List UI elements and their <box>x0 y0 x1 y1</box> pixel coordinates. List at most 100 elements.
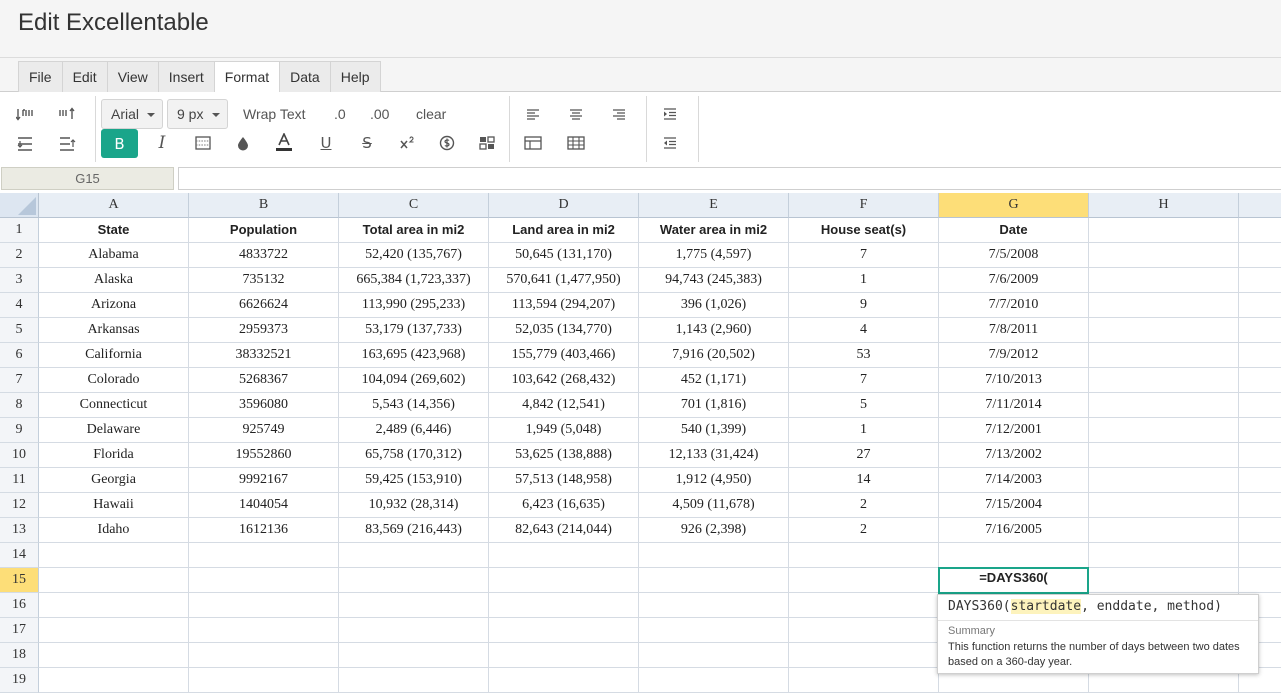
currency-format-icon[interactable] <box>432 129 462 157</box>
grid-cell[interactable] <box>1089 468 1239 493</box>
grid-cell[interactable] <box>1089 243 1239 268</box>
grid-cell[interactable] <box>639 643 789 668</box>
row-header-16[interactable]: 16 <box>0 593 39 618</box>
grid-cell[interactable] <box>1089 393 1239 418</box>
grid-cell[interactable] <box>489 568 639 593</box>
grid-cell[interactable]: 2,489 (6,446) <box>339 418 489 443</box>
grid-cell[interactable]: 7/14/2003 <box>939 468 1089 493</box>
align-center-icon[interactable] <box>561 100 591 128</box>
grid-cell[interactable]: 9 <box>789 293 939 318</box>
grid-cell[interactable] <box>189 543 339 568</box>
column-header-d[interactable]: D <box>489 193 639 218</box>
column-header-c[interactable]: C <box>339 193 489 218</box>
grid-cell[interactable]: 7 <box>789 368 939 393</box>
column-header-h[interactable]: H <box>1089 193 1239 218</box>
grid-cell[interactable] <box>489 593 639 618</box>
increase-indent-icon[interactable] <box>655 100 685 128</box>
grid-cell[interactable] <box>1089 443 1239 468</box>
grid-cell[interactable]: 83,569 (216,443) <box>339 518 489 543</box>
grid-cell[interactable]: 7/12/2001 <box>939 418 1089 443</box>
menu-tab-view[interactable]: View <box>106 61 158 93</box>
grid-cell[interactable] <box>1239 443 1281 468</box>
grid-cell[interactable]: 27 <box>789 443 939 468</box>
grid-cell[interactable]: 1404054 <box>189 493 339 518</box>
grid-cell[interactable] <box>339 593 489 618</box>
grid-cell[interactable] <box>39 643 189 668</box>
grid-cell[interactable] <box>1239 318 1281 343</box>
grid-cell[interactable]: 701 (1,816) <box>639 393 789 418</box>
menu-tab-data[interactable]: Data <box>279 61 330 93</box>
grid-cell[interactable]: 540 (1,399) <box>639 418 789 443</box>
grid-cell[interactable]: 1,775 (4,597) <box>639 243 789 268</box>
wrap-text-button[interactable]: Wrap Text <box>243 100 306 128</box>
row-header-13[interactable]: 13 <box>0 518 39 543</box>
grid-cell[interactable] <box>39 543 189 568</box>
grid-cell[interactable]: Alaska <box>39 268 189 293</box>
column-header-a[interactable]: A <box>39 193 189 218</box>
column-header-e[interactable]: E <box>639 193 789 218</box>
grid-cell[interactable]: 12,133 (31,424) <box>639 443 789 468</box>
grid-cell[interactable]: 50,645 (131,170) <box>489 243 639 268</box>
header-cell[interactable]: Water area in mi2 <box>639 218 789 243</box>
grid-cell[interactable]: 925749 <box>189 418 339 443</box>
grid-cell[interactable] <box>1089 293 1239 318</box>
header-cell[interactable]: State <box>39 218 189 243</box>
row-header-9[interactable]: 9 <box>0 418 39 443</box>
formula-input[interactable] <box>178 167 1281 190</box>
grid-cell[interactable]: 7/16/2005 <box>939 518 1089 543</box>
grid-cell[interactable] <box>489 668 639 693</box>
grid-cell[interactable] <box>1089 368 1239 393</box>
grid-cell[interactable]: 5268367 <box>189 368 339 393</box>
grid-cell[interactable] <box>939 543 1089 568</box>
grid-cell[interactable] <box>1089 493 1239 518</box>
grid-cell[interactable]: 5,543 (14,356) <box>339 393 489 418</box>
grid-cell[interactable]: 1612136 <box>189 518 339 543</box>
header-cell[interactable]: Population <box>189 218 339 243</box>
grid-cell[interactable] <box>1089 568 1239 593</box>
menu-tab-help[interactable]: Help <box>329 61 381 93</box>
column-header-b[interactable]: B <box>189 193 339 218</box>
active-cell-editor[interactable]: =DAYS360( <box>938 567 1089 594</box>
bold-button[interactable]: B <box>101 129 138 158</box>
grid-cell[interactable]: 53,179 (137,733) <box>339 318 489 343</box>
grid-cell[interactable]: 7/8/2011 <box>939 318 1089 343</box>
grid-cell[interactable]: 163,695 (423,968) <box>339 343 489 368</box>
grid-cell[interactable] <box>1239 568 1281 593</box>
grid-cell[interactable]: 14 <box>789 468 939 493</box>
borders-icon[interactable] <box>188 129 218 157</box>
grid-cell[interactable]: 1,949 (5,048) <box>489 418 639 443</box>
grid-cell[interactable] <box>339 568 489 593</box>
grid-cell[interactable]: Arkansas <box>39 318 189 343</box>
grid-cell[interactable] <box>1089 543 1239 568</box>
grid-cell[interactable] <box>39 668 189 693</box>
row-header-1[interactable]: 1 <box>0 218 39 243</box>
header-cell[interactable]: House seat(s) <box>789 218 939 243</box>
grid-cell[interactable]: 3596080 <box>189 393 339 418</box>
grid-cell[interactable]: 7/9/2012 <box>939 343 1089 368</box>
grid-cell[interactable]: 38332521 <box>189 343 339 368</box>
grid-cell[interactable]: Florida <box>39 443 189 468</box>
grid-cell[interactable] <box>789 593 939 618</box>
grid-cell[interactable]: 926 (2,398) <box>639 518 789 543</box>
menu-tab-format[interactable]: Format <box>213 61 280 93</box>
grid-cell[interactable]: 735132 <box>189 268 339 293</box>
grid-cell[interactable]: 665,384 (1,723,337) <box>339 268 489 293</box>
row-header-18[interactable]: 18 <box>0 643 39 668</box>
grid-cell[interactable]: 570,641 (1,477,950) <box>489 268 639 293</box>
row-header-19[interactable]: 19 <box>0 668 39 693</box>
header-cell[interactable] <box>1239 218 1281 243</box>
grid-cell[interactable]: 4 <box>789 318 939 343</box>
grid-cell[interactable] <box>1239 418 1281 443</box>
grid-cell[interactable]: 2959373 <box>189 318 339 343</box>
grid-cell[interactable] <box>489 643 639 668</box>
grid-cell[interactable] <box>789 568 939 593</box>
grid-cell[interactable]: 1 <box>789 418 939 443</box>
grid-cell[interactable]: 113,990 (295,233) <box>339 293 489 318</box>
grid-cell[interactable] <box>1239 543 1281 568</box>
grid-cell[interactable] <box>189 643 339 668</box>
grid-cell[interactable] <box>639 618 789 643</box>
grid-cell[interactable]: 82,643 (214,044) <box>489 518 639 543</box>
grid-cell[interactable] <box>1089 268 1239 293</box>
grid-cell[interactable]: 7/11/2014 <box>939 393 1089 418</box>
grid-cell[interactable]: 10,932 (28,314) <box>339 493 489 518</box>
